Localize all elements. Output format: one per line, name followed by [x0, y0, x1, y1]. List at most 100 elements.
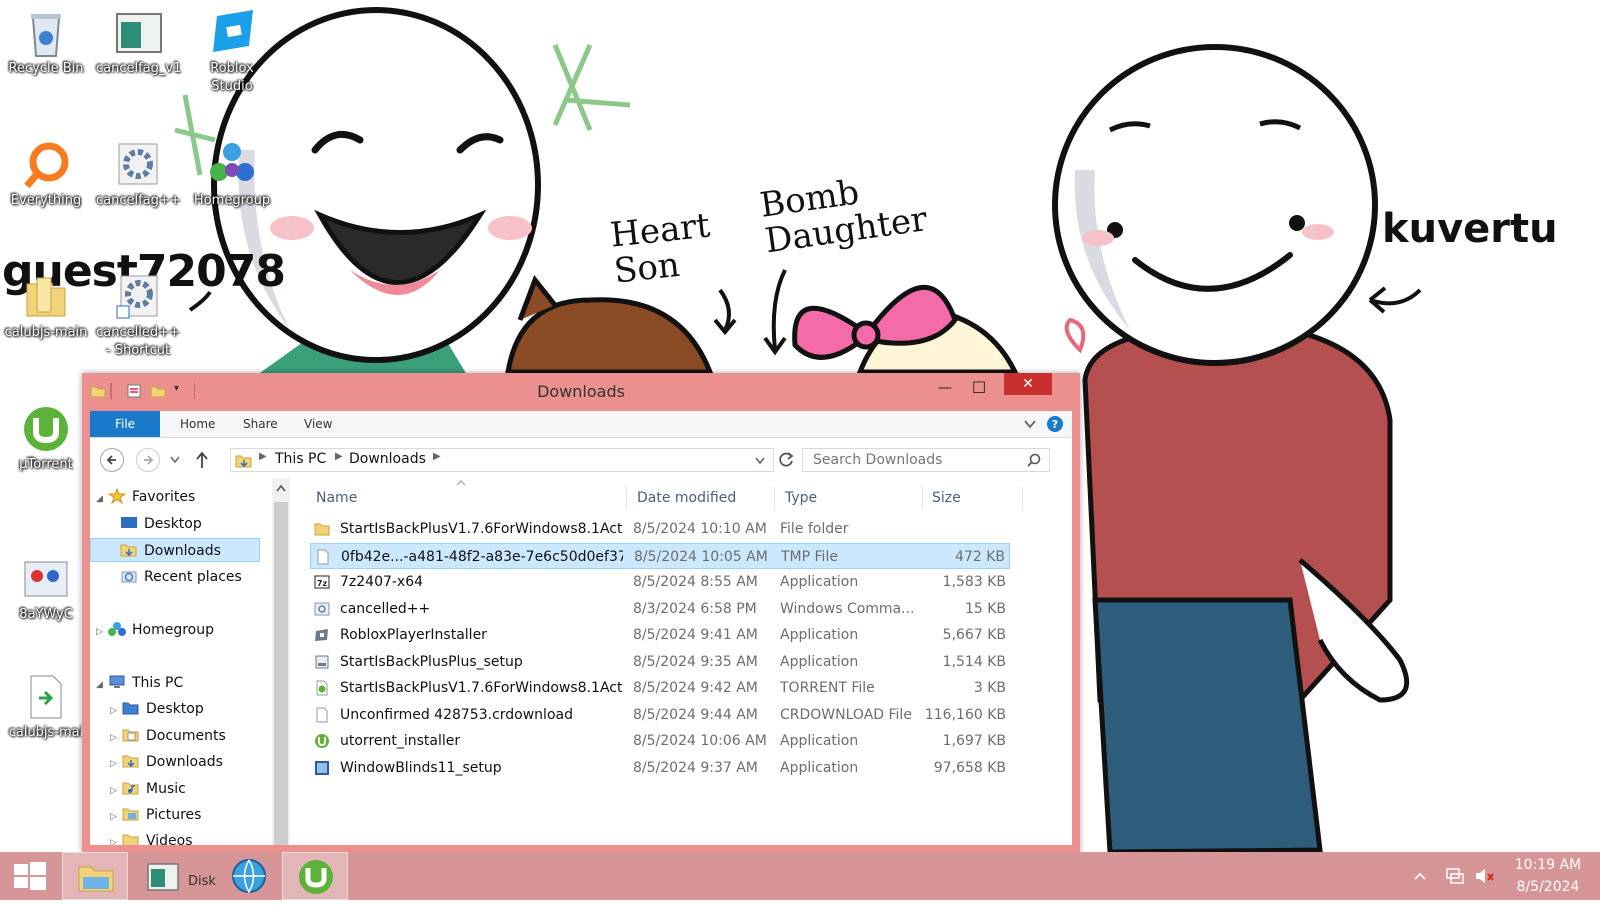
close-button[interactable]: ✕ [1004, 373, 1052, 395]
taskbar-app-window-button[interactable]: Disk [130, 852, 220, 900]
nav-favorites-recent-places[interactable]: Recent places [120, 565, 242, 589]
file-row[interactable]: StartIsBackPlusPlus_setup 8/5/2024 9:35 A… [310, 649, 1010, 675]
search-input[interactable] [811, 451, 1025, 469]
recent-locations-chevron-icon[interactable] [170, 456, 180, 464]
file-row[interactable]: StartIsBackPlusV1.7.6ForWindows8.1Activ.… [310, 675, 1010, 701]
column-separator[interactable] [922, 486, 923, 510]
column-separator[interactable] [626, 486, 627, 510]
tab-share[interactable]: Share [243, 411, 278, 437]
system-clock[interactable]: 10:19 AM 8/5/2024 [1500, 854, 1596, 898]
file-name: StartIsBackPlusV1.7.6ForWindows8.1Activ.… [340, 680, 622, 696]
nav-label: Music [146, 781, 186, 797]
breadcrumb-separator-icon: ▶ [335, 451, 343, 462]
expand-arrow-icon[interactable]: ▷ [110, 752, 120, 776]
file-row[interactable]: cancelled++ 8/3/2024 6:58 PM Windows Comma… [310, 596, 1010, 622]
file-date-modified: 8/3/2024 6:58 PM [633, 600, 757, 617]
file-row[interactable]: 7z 7z2407-x64 8/5/2024 8:55 AM Application 1… [310, 569, 1010, 595]
desktop-icon-roblox-studio[interactable]: Roblox Studio [190, 8, 274, 96]
breadcrumb-this-pc[interactable]: This PC [275, 451, 326, 467]
file-row[interactable]: Unconfirmed 428753.crdownload 8/5/2024 9:… [310, 702, 1010, 728]
nav-this-pc-videos[interactable]: ▷ Videos [110, 829, 193, 845]
network-icon[interactable] [1444, 866, 1466, 886]
expand-arrow-icon[interactable]: ▷ [110, 831, 120, 845]
arrow-up-icon[interactable] [194, 450, 210, 470]
nav-this-pc-music[interactable]: ▷ Music [110, 777, 186, 801]
svg-text:7z: 7z [317, 579, 328, 588]
navigation-pane-scrollbar[interactable] [272, 478, 290, 845]
expand-arrow-icon[interactable]: ▷ [110, 726, 120, 750]
minimize-button[interactable]: — [928, 377, 962, 399]
desktop-icon-everything[interactable]: Everything [4, 140, 88, 210]
forward-button[interactable] [136, 448, 160, 472]
nav-this-pc-downloads[interactable]: ▷ Downloads [110, 750, 223, 774]
column-header-date-modified[interactable]: Date modified [637, 490, 736, 506]
file-date-modified: 8/5/2024 10:06 AM [633, 733, 767, 749]
desktop-icon-recycle-bin[interactable]: Recycle Bin [4, 8, 88, 78]
refresh-icon[interactable] [776, 450, 796, 470]
taskbar-browser-button[interactable] [220, 852, 278, 900]
expand-arrow-icon[interactable]: ▷ [110, 805, 120, 829]
help-icon[interactable]: ? [1046, 415, 1064, 433]
file-name: Unconfirmed 428753.crdownload [340, 706, 573, 723]
expand-arrow-icon[interactable]: ▷ [110, 779, 120, 803]
desktop-icon-8aywyc[interactable]: 8aYWyC [4, 554, 88, 624]
desktop-icon-homegroup[interactable]: Homegroup [190, 140, 274, 210]
address-dropdown-icon[interactable] [755, 457, 765, 465]
tab-view[interactable]: View [304, 411, 332, 437]
explorer-window: ▾ Downloads — ☐ ✕ File Home Share View ? [82, 373, 1080, 853]
videos-folder-icon [122, 834, 139, 845]
nav-favorites[interactable]: ◢ Favorites [96, 485, 195, 509]
nav-this-pc-documents[interactable]: ▷ Documents [110, 724, 226, 748]
desktop-icon-cancelled-shortcut[interactable]: cancelled++ - Shortcut [96, 272, 180, 360]
desktop-icon-cancelfag-v1[interactable]: cancelfag_v1 [96, 8, 181, 78]
tab-file[interactable]: File [90, 411, 160, 437]
desktop-icon-calubjs-mai[interactable]: calubjs-mai [4, 672, 88, 742]
maximize-button[interactable]: ☐ [962, 377, 996, 399]
nav-this-pc[interactable]: ◢ This PC [96, 671, 183, 695]
tab-home[interactable]: Home [180, 411, 215, 437]
expand-arrow-icon[interactable]: ▷ [110, 699, 120, 723]
nav-favorites-downloads[interactable]: Downloads [90, 538, 260, 562]
breadcrumb-downloads[interactable]: Downloads [349, 451, 426, 467]
column-separator[interactable] [774, 486, 775, 510]
nav-label: Homegroup [132, 622, 215, 638]
scrollbar-thumb[interactable] [274, 502, 288, 845]
collapse-arrow-icon[interactable]: ◢ [96, 673, 106, 697]
nav-this-pc-pictures[interactable]: ▷ Pictures [110, 803, 201, 827]
nav-homegroup[interactable]: ▷ Homegroup [96, 618, 214, 642]
expand-ribbon-icon[interactable] [1024, 419, 1036, 429]
file-list: Name Date modified Type Size StartIsBack… [304, 478, 1072, 845]
taskbar-utorrent-button[interactable] [282, 852, 348, 900]
taskbar-file-explorer-button[interactable] [62, 852, 128, 900]
desktop-icon-utorrent[interactable]: µTorrent [4, 404, 88, 474]
roblox-icon [315, 629, 328, 641]
column-separator[interactable] [1022, 486, 1023, 510]
address-bar[interactable]: ▶ This PC ▶ Downloads ▶ [230, 448, 774, 472]
scroll-up-arrow-icon[interactable] [276, 484, 286, 492]
file-size: 3 KB [973, 680, 1006, 696]
desktop-icon-cancelfag-plusplus[interactable]: cancelfag++ [96, 140, 181, 210]
volume-muted-icon[interactable] [1474, 866, 1496, 886]
collapse-arrow-icon[interactable]: ◢ [96, 487, 106, 511]
file-row[interactable]: StartIsBackPlusV1.7.6ForWindows8.1Activ.… [310, 516, 1010, 542]
file-row[interactable]: WindowBlinds11_setup 8/5/2024 9:37 AM Appl… [310, 755, 1010, 781]
file-row[interactable]: 0fb42e...-a481-48f2-a83e-7e6c50d0ef37...… [310, 542, 1010, 569]
search-box[interactable] [802, 448, 1050, 472]
back-button[interactable] [100, 448, 124, 472]
search-icon[interactable] [1027, 453, 1041, 467]
desktop-icon-calubjs-main[interactable]: calubjs-main [4, 272, 88, 342]
column-header-size[interactable]: Size [932, 490, 961, 506]
nav-this-pc-desktop[interactable]: ▷ Desktop [110, 697, 204, 721]
file-row[interactable]: RobloxPlayerInstaller 8/5/2024 9:41 AM App… [310, 622, 1010, 648]
file-size: 5,667 KB [942, 627, 1006, 643]
column-header-name[interactable]: Name [316, 490, 357, 506]
show-hidden-icons-chevron-icon[interactable] [1414, 872, 1426, 880]
window-titlebar[interactable]: ▾ Downloads — ☐ ✕ [82, 373, 1080, 411]
window-app-icon [116, 13, 162, 53]
file-row[interactable]: utorrent_installer 8/5/2024 10:06 AM Appli… [310, 728, 1010, 754]
expand-arrow-icon[interactable]: ▷ [96, 620, 106, 644]
nav-favorites-desktop[interactable]: Desktop [120, 512, 202, 536]
column-header-type[interactable]: Type [785, 490, 817, 506]
start-button[interactable] [0, 852, 60, 900]
file-date-modified: 8/5/2024 10:05 AM [634, 548, 768, 565]
